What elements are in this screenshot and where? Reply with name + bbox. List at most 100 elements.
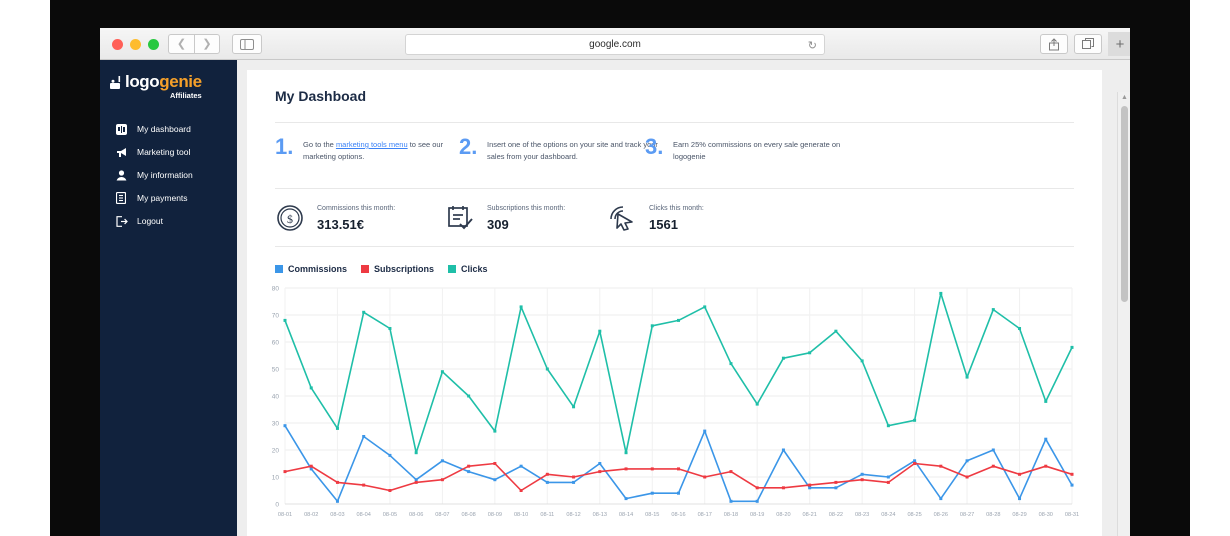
logo-subtitle: Affiliates <box>170 91 202 100</box>
svg-text:08-17: 08-17 <box>698 512 712 518</box>
page-title: My Dashboad <box>275 88 366 104</box>
svg-text:08-02: 08-02 <box>304 512 318 518</box>
stat-value: 309 <box>487 217 509 232</box>
sidebar-toggle-icon <box>240 39 254 50</box>
browser-titlebar: ❮ ❯ google.com ↻ <box>100 28 1130 60</box>
vertical-scrollbar[interactable]: ▲ <box>1117 92 1130 536</box>
logo-word-a: logo <box>125 72 159 91</box>
plus-icon: + <box>1116 36 1125 53</box>
stat-label: Subscriptions this month: <box>487 205 565 212</box>
address-bar[interactable]: google.com ↻ <box>405 34 825 55</box>
svg-text:08-22: 08-22 <box>829 512 843 518</box>
sidebar-item-my-information[interactable]: My information <box>100 166 237 184</box>
svg-text:08-25: 08-25 <box>907 512 921 518</box>
svg-text:50: 50 <box>272 367 280 374</box>
analytics-line-chart: 01020304050607080 08-0108-0208-0308-0408… <box>261 282 1086 530</box>
legend-item-subscriptions[interactable]: Subscriptions <box>361 264 434 274</box>
main-content: My Dashboad 1. Go to the marketing tools… <box>237 60 1112 536</box>
step-text: Go to the marketing tools menu to see ou… <box>303 139 478 162</box>
sidebar-label: Logout <box>137 216 163 226</box>
chart-legend: Commissions Subscriptions Clicks <box>275 264 488 274</box>
browser-window: ❮ ❯ google.com ↻ <box>100 28 1130 536</box>
sidebar-toggle-button[interactable] <box>232 34 262 54</box>
dollar-circle-icon: $ <box>275 203 305 233</box>
divider <box>275 188 1074 189</box>
divider <box>275 122 1074 123</box>
svg-text:20: 20 <box>272 448 280 455</box>
sidebar-label: My payments <box>137 193 188 203</box>
legend-item-commissions[interactable]: Commissions <box>275 264 347 274</box>
legend-item-clicks[interactable]: Clicks <box>448 264 488 274</box>
url-text: google.com <box>589 39 641 50</box>
sidebar-item-logout[interactable]: Logout <box>100 212 237 230</box>
svg-text:60: 60 <box>272 340 280 347</box>
tabs-overview-button[interactable] <box>1074 34 1102 54</box>
svg-text:08-29: 08-29 <box>1012 512 1026 518</box>
svg-text:08-20: 08-20 <box>776 512 790 518</box>
svg-text:08-14: 08-14 <box>619 512 633 518</box>
svg-text:30: 30 <box>272 421 280 428</box>
stat-label: Clicks this month: <box>649 205 704 212</box>
reload-icon[interactable]: ↻ <box>808 39 817 52</box>
step-number: 1. <box>275 136 293 158</box>
sidebar-label: My information <box>137 170 193 180</box>
new-tab-button[interactable]: + <box>1108 32 1130 56</box>
svg-text:$: $ <box>287 212 293 226</box>
svg-text:08-30: 08-30 <box>1039 512 1053 518</box>
svg-text:80: 80 <box>272 286 280 293</box>
step-text-before: Go to the <box>303 140 336 149</box>
maximize-window-button[interactable] <box>148 39 159 50</box>
step-text: Insert one of the options on your site a… <box>487 139 667 162</box>
svg-text:10: 10 <box>272 475 280 482</box>
svg-text:08-31: 08-31 <box>1065 512 1079 518</box>
svg-text:08-18: 08-18 <box>724 512 738 518</box>
step-text: Earn 25% commissions on every sale gener… <box>673 139 853 162</box>
chart-y-axis-ticks: 01020304050607080 <box>272 286 280 509</box>
sidebar-label: My dashboard <box>137 124 191 134</box>
logout-icon <box>116 215 132 228</box>
legend-label: Commissions <box>288 264 347 274</box>
legend-label: Subscriptions <box>374 264 434 274</box>
app-sidebar: logogenie Affiliates My dashboard <box>100 60 237 536</box>
svg-text:08-23: 08-23 <box>855 512 869 518</box>
svg-text:40: 40 <box>272 394 280 401</box>
step-number: 3. <box>645 136 663 158</box>
minimize-window-button[interactable] <box>130 39 141 50</box>
logo-word-b: genie <box>159 72 201 91</box>
share-button[interactable] <box>1040 34 1068 54</box>
forward-button[interactable]: ❯ <box>194 34 220 54</box>
checklist-icon <box>445 203 475 233</box>
svg-text:08-24: 08-24 <box>881 512 895 518</box>
chart-canvas: 01020304050607080 08-0108-0208-0308-0408… <box>261 282 1086 530</box>
scrollbar-thumb[interactable] <box>1121 106 1128 302</box>
sidebar-item-my-dashboard[interactable]: My dashboard <box>100 120 237 138</box>
svg-text:08-05: 08-05 <box>383 512 397 518</box>
document-icon <box>116 192 132 205</box>
svg-text:08-13: 08-13 <box>593 512 607 518</box>
marketing-tools-menu-link[interactable]: marketing tools menu <box>336 140 408 149</box>
svg-text:08-11: 08-11 <box>540 512 554 518</box>
svg-text:08-08: 08-08 <box>461 512 475 518</box>
chart-x-axis-ticks: 08-0108-0208-0308-0408-0508-0608-0708-08… <box>278 512 1079 518</box>
close-window-button[interactable] <box>112 39 123 50</box>
scroll-up-arrow-icon[interactable]: ▲ <box>1121 94 1128 101</box>
legend-label: Clicks <box>461 264 488 274</box>
svg-text:08-16: 08-16 <box>671 512 685 518</box>
sidebar-item-my-payments[interactable]: My payments <box>100 189 237 207</box>
dashboard-card: My Dashboad 1. Go to the marketing tools… <box>247 70 1102 536</box>
svg-text:08-06: 08-06 <box>409 512 423 518</box>
stat-value: 313.51€ <box>317 217 364 232</box>
svg-text:08-19: 08-19 <box>750 512 764 518</box>
svg-text:08-03: 08-03 <box>330 512 344 518</box>
sidebar-label: Marketing tool <box>137 147 190 157</box>
svg-text:08-12: 08-12 <box>566 512 580 518</box>
sidebar-item-marketing-tool[interactable]: Marketing tool <box>100 143 237 161</box>
back-button[interactable]: ❮ <box>168 34 194 54</box>
divider <box>275 246 1074 247</box>
svg-text:08-09: 08-09 <box>488 512 502 518</box>
stat-label: Commissions this month: <box>317 205 395 212</box>
user-icon <box>116 169 132 182</box>
svg-text:08-27: 08-27 <box>960 512 974 518</box>
logo[interactable]: logogenie Affiliates <box>110 72 230 112</box>
sidebar-menu: My dashboard Marketing tool <box>100 120 237 235</box>
